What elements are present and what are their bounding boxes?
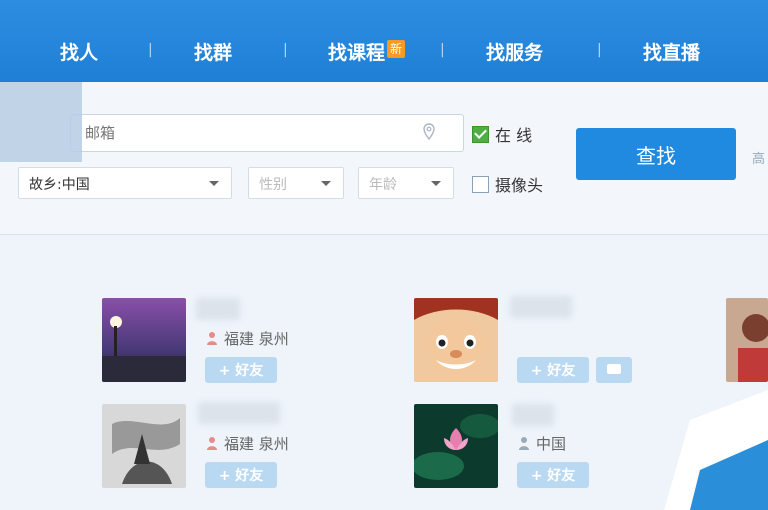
add-friend-button[interactable]: + 好友 <box>205 357 277 383</box>
location-text: 福建 泉州 <box>224 435 289 453</box>
avatar-sketch-image <box>102 404 186 488</box>
avatar-lotus-image <box>414 404 498 488</box>
location-pin-icon[interactable] <box>423 123 435 141</box>
tab-find-services[interactable]: 找服务 <box>486 38 543 65</box>
search-input-wrapper[interactable] <box>70 114 464 152</box>
truncated-label: 高 <box>752 152 766 167</box>
location-text: 中国 <box>536 435 567 453</box>
avatar-cartoon-face-image <box>414 298 498 382</box>
name-placeholder <box>512 404 554 426</box>
person-icon <box>207 437 217 450</box>
chevron-down-icon <box>321 181 331 186</box>
gender-value: 性别 <box>259 177 287 193</box>
search-input[interactable] <box>83 115 407 151</box>
online-checkbox[interactable] <box>472 126 489 143</box>
tab-find-people[interactable]: 找人 <box>60 38 98 65</box>
top-nav: 找人 | 找群 | 找课程新 | 找服务 | 找直播 <box>0 0 768 82</box>
tab-separator: | <box>597 42 602 58</box>
tab-separator: | <box>148 42 153 58</box>
tab-separator: | <box>283 42 288 58</box>
hometown-select[interactable]: 故乡:中国 <box>18 167 232 199</box>
tab-find-courses-label: 找课程 <box>328 42 386 64</box>
add-friend-button[interactable]: + 好友 <box>517 462 589 488</box>
search-button[interactable]: 查找 <box>576 128 736 180</box>
name-placeholder <box>198 402 280 424</box>
tab-find-groups[interactable]: 找群 <box>194 38 232 65</box>
avatar-person-photo-image <box>726 298 768 382</box>
name-placeholder <box>196 298 240 320</box>
camera-label: 摄像头 <box>495 176 544 195</box>
location: 福建 泉州 <box>206 433 289 454</box>
add-friend-button[interactable]: + 好友 <box>517 357 589 383</box>
location: 福建 泉州 <box>206 328 289 349</box>
tab-find-live[interactable]: 找直播 <box>643 38 700 65</box>
tab-separator: | <box>440 42 445 58</box>
avatar[interactable] <box>414 404 498 488</box>
camera-checkbox[interactable] <box>472 176 489 193</box>
avatar[interactable] <box>102 298 186 382</box>
chat-button[interactable] <box>596 357 632 383</box>
add-friend-button[interactable]: + 好友 <box>205 462 277 488</box>
avatar[interactable] <box>414 298 498 382</box>
avatar-night-scene-image <box>102 298 186 382</box>
location-text: 福建 泉州 <box>224 330 289 348</box>
new-badge: 新 <box>387 40 406 58</box>
age-value: 年龄 <box>369 177 397 193</box>
chevron-down-icon <box>431 181 441 186</box>
person-icon <box>519 437 529 450</box>
avatar[interactable] <box>102 404 186 488</box>
camera-checkbox-row[interactable]: 摄像头 <box>472 172 543 196</box>
overlay-box <box>0 82 82 162</box>
gender-select[interactable]: 性别 <box>248 167 344 199</box>
avatar-partial[interactable] <box>726 298 768 382</box>
chevron-down-icon <box>209 181 219 186</box>
hometown-value: 故乡:中国 <box>29 177 90 193</box>
name-placeholder <box>510 296 572 318</box>
online-label: 在 线 <box>495 126 533 145</box>
tab-find-courses[interactable]: 找课程新 <box>328 38 406 65</box>
location: 中国 <box>518 433 566 454</box>
age-select[interactable]: 年龄 <box>358 167 454 199</box>
online-checkbox-row[interactable]: 在 线 <box>472 122 532 146</box>
person-icon <box>207 332 217 345</box>
